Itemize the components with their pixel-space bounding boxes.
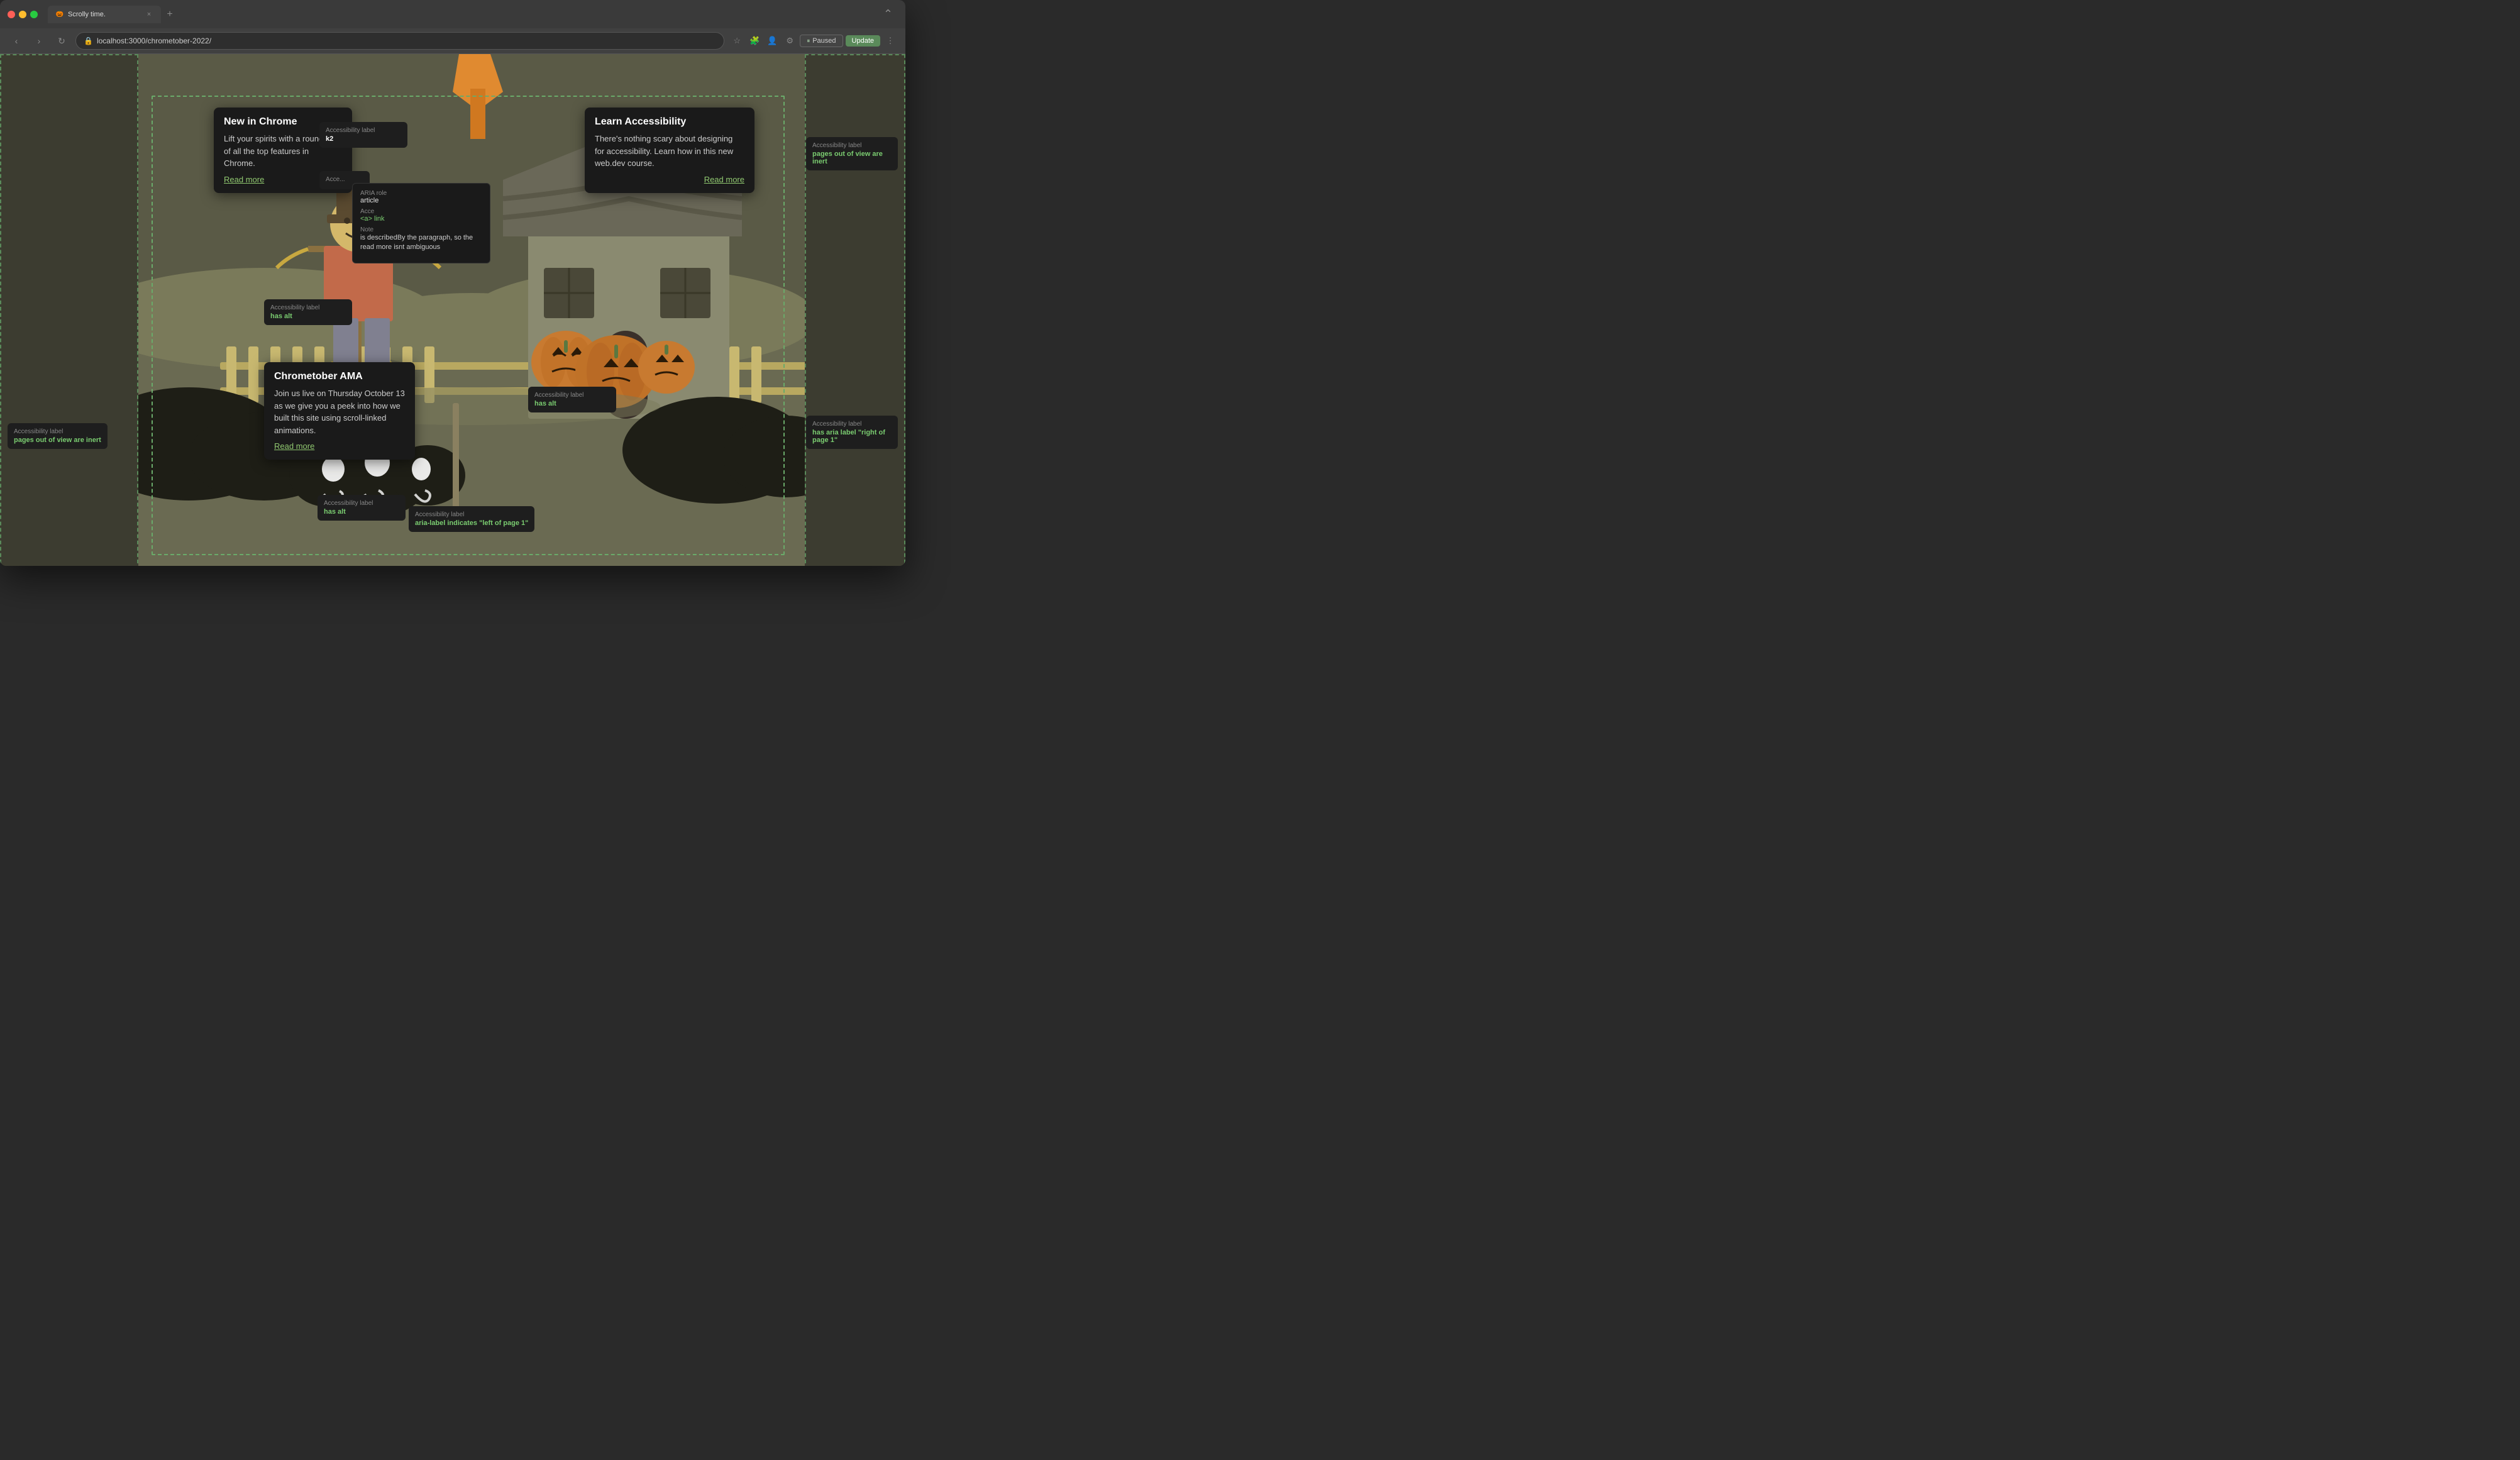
ama-body: Join us live on Thursday October 13 as w…	[274, 387, 405, 436]
aria-acce-value: <a> link	[360, 215, 482, 223]
settings-icon[interactable]: ⚙	[782, 33, 797, 48]
window-expand-button[interactable]: ⌃	[878, 5, 898, 23]
aria-note-row: Note is describedBy the paragraph, so th…	[360, 226, 482, 253]
tooltip-label: Accessibility label	[812, 421, 892, 428]
learn-accessibility-read-more[interactable]: Read more	[595, 175, 744, 184]
right-region: Accessibility label pages out of view ar…	[805, 54, 905, 566]
tooltip-value: has aria label "right of page 1"	[812, 429, 892, 444]
pumpkins-a11y-tooltip: Accessibility label has alt	[528, 387, 616, 412]
maximize-button[interactable]	[30, 11, 38, 18]
browser-window: 🎃 Scrolly time. × + ⌃ ‹ › ↻ 🔒 localhost:…	[0, 0, 905, 566]
browser-toolbar: ‹ › ↻ 🔒 localhost:3000/chrometober-2022/…	[0, 28, 905, 54]
left-region: Accessibility label pages out of view ar…	[0, 54, 138, 566]
bookmark-icon[interactable]: ☆	[729, 33, 744, 48]
learn-accessibility-card: Learn Accessibility There's nothing scar…	[585, 108, 754, 193]
tooltip-value: aria-label indicates "left of page 1"	[415, 519, 528, 527]
chrometober-ama-card: Chrometober AMA Join us live on Thursday…	[264, 362, 415, 460]
right-pages-out-of-view-tooltip: Accessibility label pages out of view ar…	[806, 137, 898, 170]
menu-icon[interactable]: ⋮	[883, 33, 898, 48]
paused-button[interactable]: ⏸ Paused	[800, 35, 843, 47]
aria-accessibility-row: Acce <a> link	[360, 208, 482, 223]
address-bar[interactable]: 🔒 localhost:3000/chrometober-2022/	[75, 32, 724, 50]
right-aria-label-tooltip: Accessibility label has aria label "righ…	[806, 416, 898, 449]
tooltip-label: Accessibility label	[415, 511, 528, 518]
tooltip-label: Accessibility label	[270, 304, 346, 311]
aria-role-label: ARIA role	[360, 190, 482, 197]
aria-acce-label: Acce	[360, 208, 482, 215]
tooltip-label: Accessibility label	[326, 127, 401, 134]
tab-favicon: 🎃	[55, 10, 64, 19]
tooltip-value: pages out of view are inert	[812, 150, 892, 165]
traffic-lights	[8, 11, 38, 18]
aria-popup: ARIA role article Acce <a> link Note is …	[352, 183, 490, 263]
tab-bar: 🎃 Scrolly time. × +	[48, 6, 873, 23]
aria-role-row: ARIA role article	[360, 190, 482, 204]
tooltip-label: Accessibility label	[812, 142, 892, 149]
tooltip-value: has alt	[270, 312, 346, 320]
tooltip-value: has alt	[534, 400, 610, 407]
scarecrow-a11y-tooltip: Accessibility label has alt	[264, 299, 352, 325]
url-text: localhost:3000/chrometober-2022/	[97, 36, 716, 45]
tooltip-label: Acce...	[326, 176, 363, 183]
new-in-chrome-a11y-tooltip: Accessibility label k2	[319, 122, 407, 148]
aria-role-value: article	[360, 197, 482, 204]
tooltip-label: Accessibility label	[14, 428, 101, 435]
back-button[interactable]: ‹	[8, 32, 25, 50]
active-tab[interactable]: 🎃 Scrolly time. ×	[48, 6, 161, 23]
learn-accessibility-title: Learn Accessibility	[595, 116, 744, 128]
refresh-button[interactable]: ↻	[53, 32, 70, 50]
new-tab-button[interactable]: +	[161, 6, 179, 23]
minimize-button[interactable]	[19, 11, 26, 18]
browser-titlebar: 🎃 Scrolly time. × + ⌃	[0, 0, 905, 28]
tooltip-label: Accessibility label	[324, 500, 399, 507]
ghost-a11y-tooltip: Accessibility label has alt	[318, 495, 406, 521]
left-of-page-tooltip: Accessibility label aria-label indicates…	[409, 506, 534, 532]
toolbar-actions: ☆ 🧩 👤 ⚙ ⏸ Paused Update ⋮	[729, 33, 898, 48]
aria-note-label: Note	[360, 226, 482, 233]
scene-container: New in Chrome Lift your spirits with a r…	[138, 54, 805, 566]
tooltip-value: pages out of view are inert	[14, 436, 101, 444]
update-button[interactable]: Update	[846, 35, 880, 47]
tooltip-value: has alt	[324, 508, 399, 516]
left-pages-out-of-view-tooltip: Accessibility label pages out of view ar…	[8, 423, 108, 449]
tab-title: Scrolly time.	[68, 11, 141, 18]
aria-note-value: is describedBy the paragraph, so the rea…	[360, 233, 482, 253]
profile-icon[interactable]: 👤	[765, 33, 780, 48]
tooltip-value: k2	[326, 135, 401, 143]
page-content: Accessibility label pages out of view ar…	[0, 54, 905, 566]
learn-accessibility-body: There's nothing scary about designing fo…	[595, 133, 744, 170]
extension-icon[interactable]: 🧩	[747, 33, 762, 48]
close-button[interactable]	[8, 11, 15, 18]
tooltip-label: Accessibility label	[534, 392, 610, 399]
tab-close-button[interactable]: ×	[145, 10, 153, 19]
ama-title: Chrometober AMA	[274, 371, 405, 382]
forward-button[interactable]: ›	[30, 32, 48, 50]
browser-chrome: 🎃 Scrolly time. × + ⌃ ‹ › ↻ 🔒 localhost:…	[0, 0, 905, 54]
ama-read-more[interactable]: Read more	[274, 441, 405, 451]
